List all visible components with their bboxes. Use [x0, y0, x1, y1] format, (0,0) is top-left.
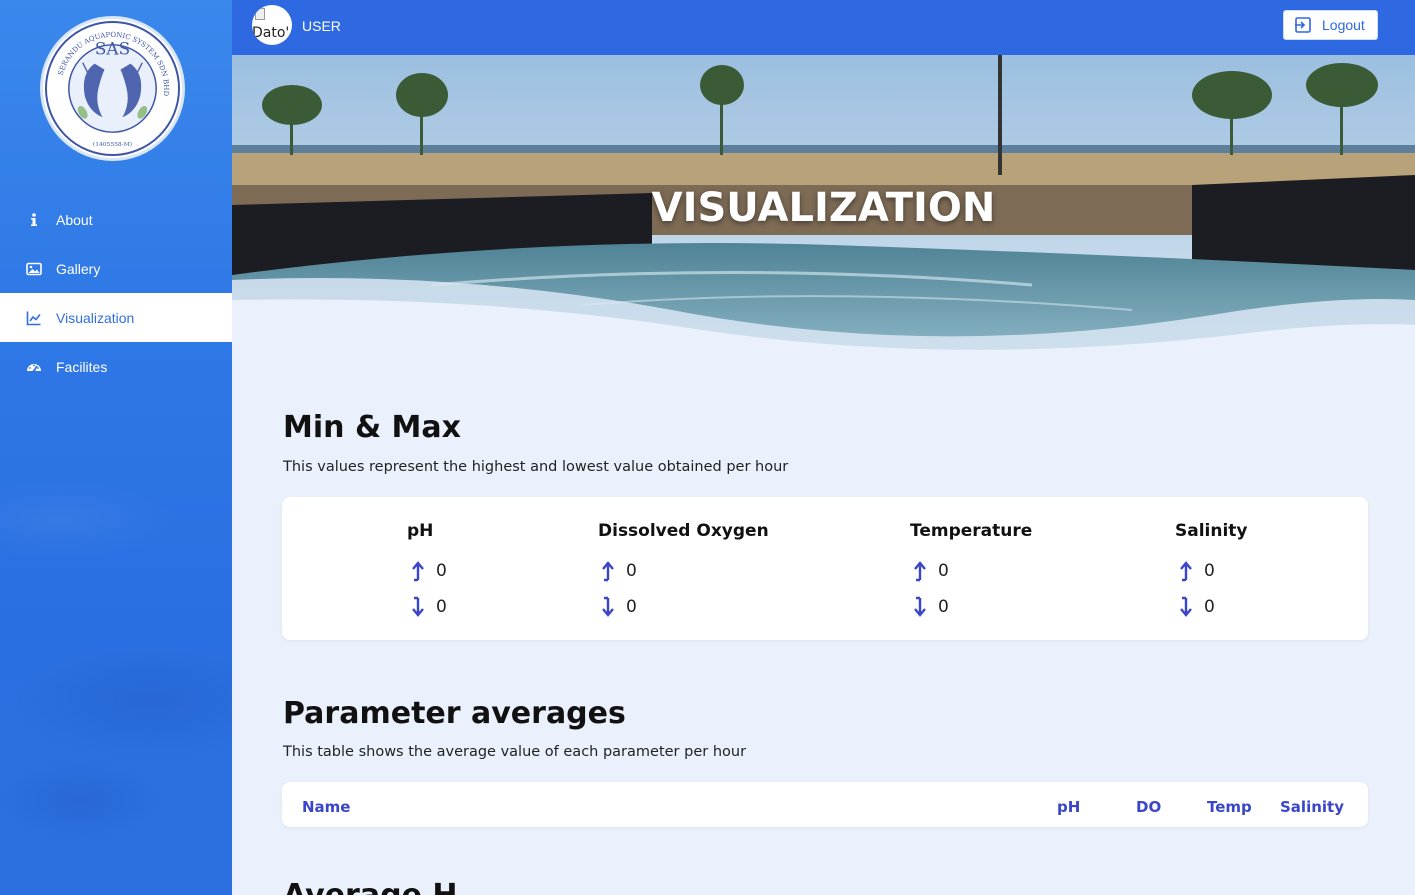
sidebar-item-about[interactable]: About: [0, 195, 232, 244]
column-header-temp[interactable]: Temp: [1207, 798, 1252, 816]
sidebar-item-label: Facilites: [56, 358, 108, 375]
averages-description: This table shows the average value of ea…: [283, 744, 747, 760]
column-header-salinity[interactable]: Salinity: [1280, 798, 1344, 816]
logout-button[interactable]: Logout: [1283, 10, 1378, 40]
logo-reg-no: (1405558-M): [93, 141, 132, 148]
top-bar: Dato' USER Logout: [232, 0, 1415, 55]
sidebar-item-label: Gallery: [56, 260, 101, 277]
sidebar-item-label: About: [56, 211, 93, 228]
image-icon: [26, 261, 42, 277]
logout-icon: [1294, 16, 1312, 34]
param-name: Temperature: [910, 521, 1033, 541]
sidebar: SERANDU AQUAPONIC SYSTEM SDN BHD SAS (14…: [0, 0, 232, 895]
averages-table: Name pH DO Temp Salinity: [282, 782, 1368, 827]
broken-image-icon: [255, 8, 265, 20]
param-temperature: Temperature: [910, 521, 1032, 541]
sidebar-item-label: Visualization: [56, 309, 135, 326]
param-name: Dissolved Oxygen: [598, 521, 769, 541]
arrow-down-icon: [412, 596, 424, 617]
max-value: 0: [436, 561, 447, 581]
param-temp-min: 0: [912, 596, 949, 618]
min-value: 0: [626, 597, 637, 617]
arrow-up-icon: [412, 561, 424, 582]
sidebar-item-facilites[interactable]: Facilites: [0, 342, 232, 391]
avatar[interactable]: Dato': [252, 5, 292, 45]
param-dissolved-oxygen: Dissolved Oxygen: [598, 521, 769, 541]
logout-label: Logout: [1322, 17, 1365, 33]
arrow-up-icon: [602, 561, 614, 582]
min-value: 0: [436, 597, 447, 617]
param-ph-max: 0: [410, 560, 447, 582]
info-icon: [26, 212, 42, 228]
max-value: 0: [1204, 561, 1215, 581]
column-header-do[interactable]: DO: [1136, 798, 1161, 816]
minmax-description: This values represent the highest and lo…: [283, 459, 789, 475]
arrow-up-icon: [1180, 561, 1192, 582]
username: USER: [302, 18, 341, 34]
sidebar-item-visualization[interactable]: Visualization: [0, 293, 232, 342]
tachometer-icon: [26, 359, 42, 375]
arrow-down-icon: [914, 596, 926, 617]
param-name: pH: [407, 521, 434, 541]
param-do-max: 0: [600, 560, 637, 582]
arrow-down-icon: [1180, 596, 1192, 617]
logo-text: SAS: [95, 39, 130, 59]
hero-banner: VISUALIZATION: [232, 55, 1415, 355]
averages-title: Parameter averages: [283, 696, 626, 731]
param-name: Salinity: [1175, 521, 1248, 541]
sidebar-nav: About Gallery Visualization Facilites: [0, 195, 232, 391]
max-value: 0: [626, 561, 637, 581]
arrow-down-icon: [602, 596, 614, 617]
min-value: 0: [1204, 597, 1215, 617]
next-section-title: Average H: [283, 878, 457, 895]
column-header-ph[interactable]: pH: [1057, 798, 1080, 816]
minmax-card: pH 0 0 Dissolved Oxygen 0 0 Temperature …: [282, 497, 1368, 640]
sidebar-item-gallery[interactable]: Gallery: [0, 244, 232, 293]
column-header-name[interactable]: Name: [302, 798, 350, 816]
minmax-title: Min & Max: [283, 410, 461, 445]
param-temp-max: 0: [912, 560, 949, 582]
company-logo[interactable]: SERANDU AQUAPONIC SYSTEM SDN BHD SAS (14…: [40, 16, 185, 161]
chart-line-icon: [26, 310, 42, 326]
max-value: 0: [938, 561, 949, 581]
param-ph: pH: [407, 521, 433, 541]
param-salinity-min: 0: [1178, 596, 1215, 618]
hero-title: VISUALIZATION: [651, 185, 996, 231]
arrow-up-icon: [914, 561, 926, 582]
param-ph-min: 0: [410, 596, 447, 618]
avatar-alt-text: Dato': [252, 25, 290, 41]
min-value: 0: [938, 597, 949, 617]
param-salinity: Salinity: [1175, 521, 1248, 541]
param-salinity-max: 0: [1178, 560, 1215, 582]
param-do-min: 0: [600, 596, 637, 618]
